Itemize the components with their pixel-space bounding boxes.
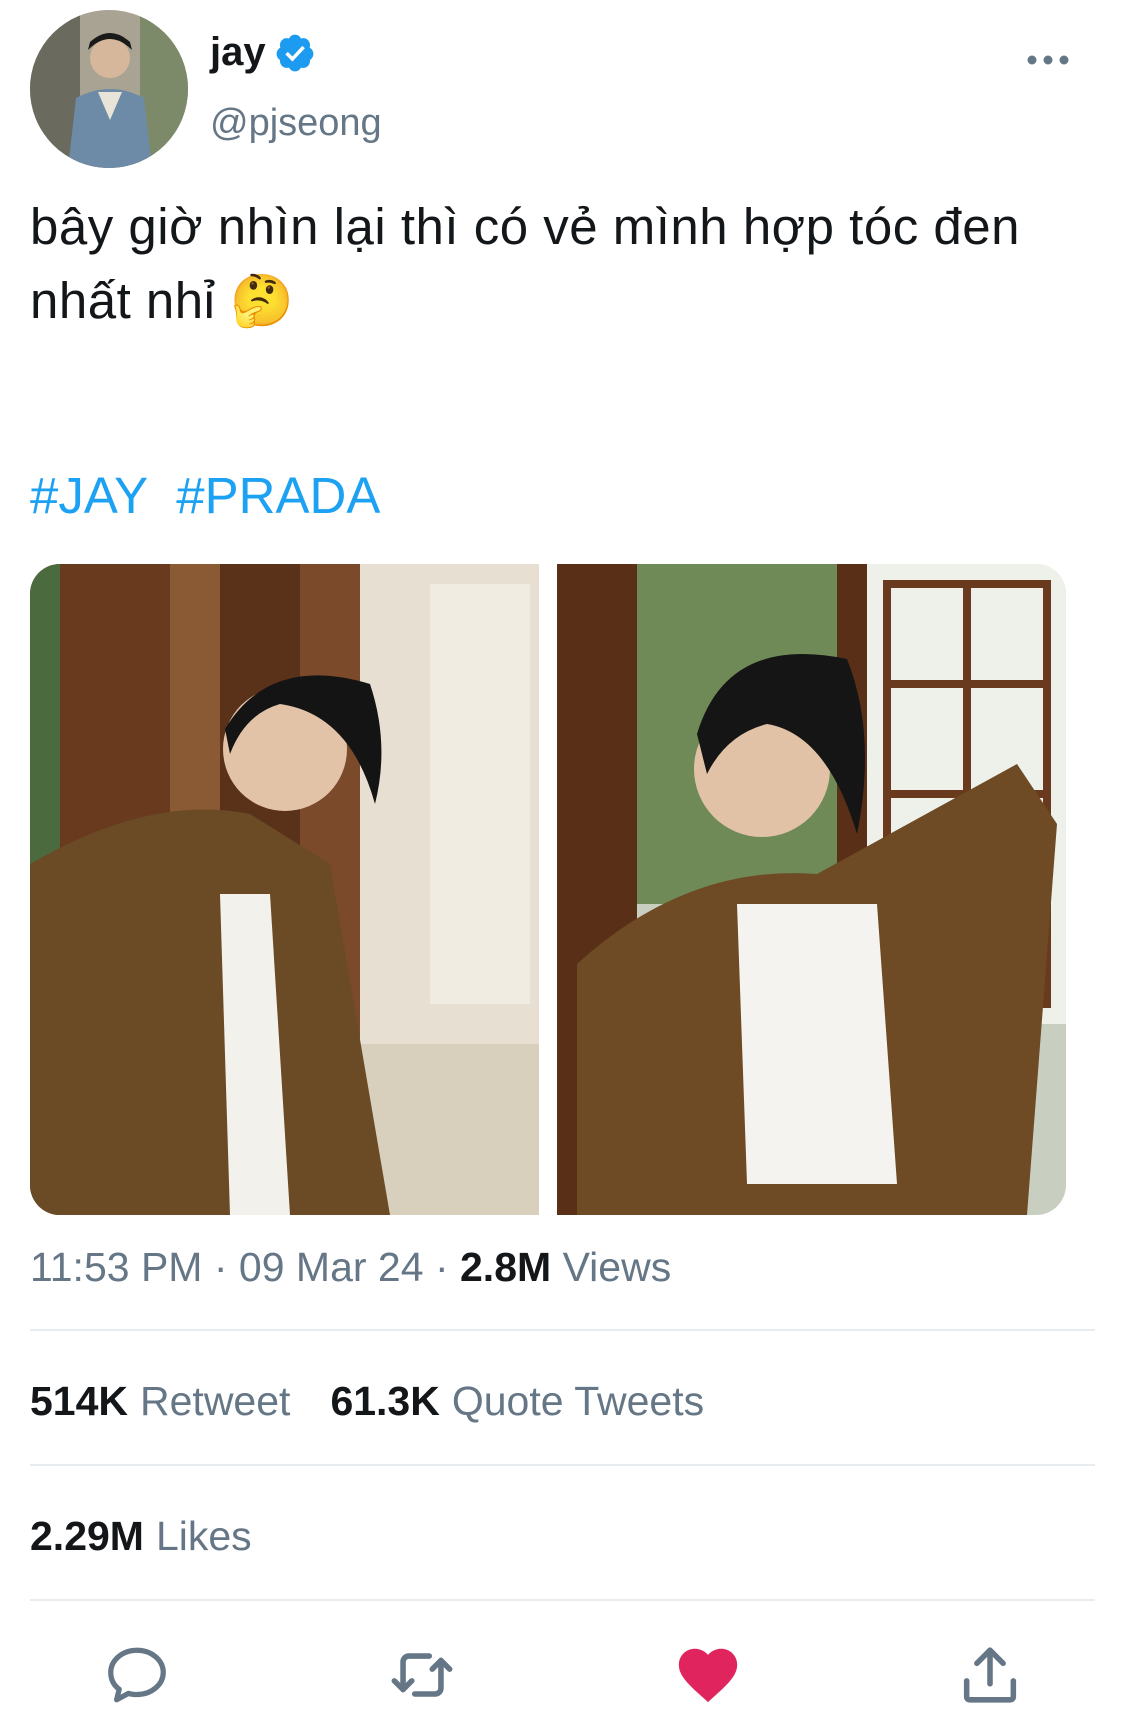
retweets-stat[interactable]: 514K Retweet <box>30 1378 290 1425</box>
avatar-image <box>30 10 188 168</box>
photo-man-by-window <box>557 564 1066 1215</box>
author-handle[interactable]: @pjseong <box>210 102 382 145</box>
tweet-header: jay @pjseong <box>30 10 1100 170</box>
avatar[interactable] <box>30 10 188 168</box>
tweet-photo-1[interactable] <box>30 564 539 1215</box>
likes-stat[interactable]: 2.29M Likes <box>30 1513 252 1560</box>
tweet-time: 11:53 PM <box>30 1244 203 1290</box>
views-count: 2.8M <box>460 1244 552 1290</box>
heart-icon <box>678 1648 738 1703</box>
reply-icon <box>108 1647 166 1703</box>
hashtag-list: #JAY #PRADA <box>30 466 394 525</box>
retweets-label: Retweet <box>140 1378 291 1424</box>
retweets-count: 514K <box>30 1378 129 1424</box>
meta-separator: · <box>434 1244 449 1290</box>
views-label: Views <box>562 1244 672 1290</box>
photo-man-by-scroll <box>30 564 539 1215</box>
quotes-label: Quote Tweets <box>451 1378 705 1424</box>
author-name-row: jay <box>210 30 316 75</box>
tweet-text: bây giờ nhìn lại thì có vẻ mình hợp tóc … <box>30 198 1020 329</box>
quote-tweets-stat[interactable]: 61.3K Quote Tweets <box>330 1378 704 1425</box>
like-button[interactable] <box>673 1640 743 1710</box>
tweet-media <box>30 564 1066 1215</box>
divider <box>30 1464 1095 1466</box>
share-button[interactable] <box>955 1640 1025 1710</box>
more-options-icon[interactable] <box>1026 50 1070 70</box>
divider <box>30 1599 1095 1601</box>
hashtag-jay[interactable]: #JAY <box>30 467 148 524</box>
share-icon <box>963 1647 1017 1703</box>
quotes-count: 61.3K <box>330 1378 440 1424</box>
retweet-stats-row: 514K Retweet 61.3K Quote Tweets <box>30 1378 704 1425</box>
retweet-icon <box>391 1653 453 1697</box>
tweet-date: 09 Mar 24 <box>238 1244 424 1290</box>
author-name[interactable]: jay <box>210 30 266 75</box>
divider <box>30 1329 1095 1331</box>
reply-button[interactable] <box>102 1640 172 1710</box>
tweet-action-bar <box>0 1640 1125 1710</box>
tweet-meta: 11:53 PM · 09 Mar 24 · 2.8M Views <box>30 1244 671 1291</box>
meta-separator: · <box>213 1244 228 1290</box>
likes-count: 2.29M <box>30 1513 144 1559</box>
retweet-button[interactable] <box>387 1640 457 1710</box>
tweet-photo-2[interactable] <box>557 564 1066 1215</box>
likes-label: Likes <box>155 1513 252 1559</box>
hashtag-prada[interactable]: #PRADA <box>176 467 380 524</box>
likes-stats-row: 2.29M Likes <box>30 1513 252 1560</box>
verified-badge-icon <box>276 34 313 71</box>
